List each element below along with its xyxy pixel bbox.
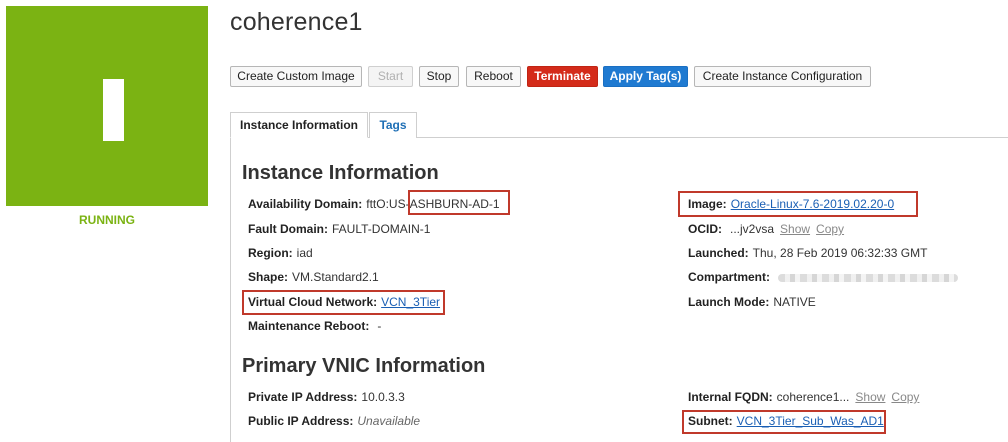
tab-instance-information[interactable]: Instance Information xyxy=(230,112,368,138)
internal-fqdn-label: Internal FQDN: xyxy=(688,390,773,404)
tab-tags[interactable]: Tags xyxy=(369,112,417,138)
shape-value: VM.Standard2.1 xyxy=(292,270,379,284)
instance-glyph-icon xyxy=(103,79,124,141)
ocid-value: ...jv2vsa xyxy=(730,222,775,236)
shape-row: Shape: VM.Standard2.1 xyxy=(248,270,379,284)
status-label: RUNNING xyxy=(79,213,135,227)
launch-mode-label: Launch Mode: xyxy=(688,295,770,309)
region-label: Region: xyxy=(248,246,293,260)
terminate-button[interactable]: Terminate xyxy=(527,66,598,87)
availability-domain-label: Availability Domain: xyxy=(248,197,363,211)
launch-mode-value: NATIVE xyxy=(773,295,816,309)
ocid-copy-link[interactable]: Copy xyxy=(816,222,844,236)
compartment-label: Compartment: xyxy=(688,270,771,284)
apply-tags-button[interactable]: Apply Tag(s) xyxy=(603,66,688,87)
start-button[interactable]: Start xyxy=(368,66,413,87)
fault-domain-row: Fault Domain: FAULT-DOMAIN-1 xyxy=(248,222,430,236)
instance-information-heading: Instance Information xyxy=(242,162,439,184)
public-ip-value: Unavailable xyxy=(357,414,421,428)
fault-domain-value: FAULT-DOMAIN-1 xyxy=(332,222,431,236)
region-row: Region: iad xyxy=(248,246,313,260)
availability-domain-highlight-box xyxy=(408,190,510,215)
shape-label: Shape: xyxy=(248,270,289,284)
subnet-highlight-box xyxy=(682,410,886,434)
availability-domain-prefix: fttO:US- xyxy=(366,197,410,211)
primary-vnic-heading: Primary VNIC Information xyxy=(242,355,486,377)
compartment-value-redacted xyxy=(778,273,959,282)
create-instance-configuration-button[interactable]: Create Instance Configuration xyxy=(694,66,871,87)
fqdn-show-link[interactable]: Show xyxy=(855,390,885,404)
instance-status-tile xyxy=(6,6,208,206)
launched-row: Launched: Thu, 28 Feb 2019 06:32:33 GMT xyxy=(688,246,927,260)
private-ip-row: Private IP Address: 10.0.3.3 xyxy=(248,390,405,404)
internal-fqdn-row: Internal FQDN: coherence1... Show Copy xyxy=(688,390,919,404)
content-border xyxy=(230,138,231,442)
fault-domain-label: Fault Domain: xyxy=(248,222,328,236)
compartment-row: Compartment: xyxy=(688,270,959,284)
internal-fqdn-value: coherence1... xyxy=(776,390,850,404)
page-title: coherence1 xyxy=(230,8,363,36)
stop-button[interactable]: Stop xyxy=(419,66,459,87)
region-value: iad xyxy=(296,246,313,260)
maintenance-reboot-label: Maintenance Reboot: xyxy=(248,319,370,333)
public-ip-row: Public IP Address: Unavailable xyxy=(248,414,420,428)
public-ip-label: Public IP Address: xyxy=(248,414,354,428)
maintenance-reboot-row: Maintenance Reboot: - xyxy=(248,319,381,333)
launch-mode-row: Launch Mode: NATIVE xyxy=(688,295,816,309)
private-ip-value: 10.0.3.3 xyxy=(361,390,405,404)
private-ip-label: Private IP Address: xyxy=(248,390,358,404)
ocid-show-link[interactable]: Show xyxy=(780,222,810,236)
ocid-row: OCID: ...jv2vsa Show Copy xyxy=(688,222,844,236)
maintenance-reboot-value: - xyxy=(377,319,382,333)
image-highlight-box xyxy=(678,191,918,217)
launched-label: Launched: xyxy=(688,246,749,260)
launched-value: Thu, 28 Feb 2019 06:32:33 GMT xyxy=(752,246,928,260)
create-custom-image-button[interactable]: Create Custom Image xyxy=(230,66,362,87)
reboot-button[interactable]: Reboot xyxy=(466,66,521,87)
fqdn-copy-link[interactable]: Copy xyxy=(891,390,919,404)
ocid-label: OCID: xyxy=(688,222,722,236)
vcn-highlight-box xyxy=(242,290,445,315)
